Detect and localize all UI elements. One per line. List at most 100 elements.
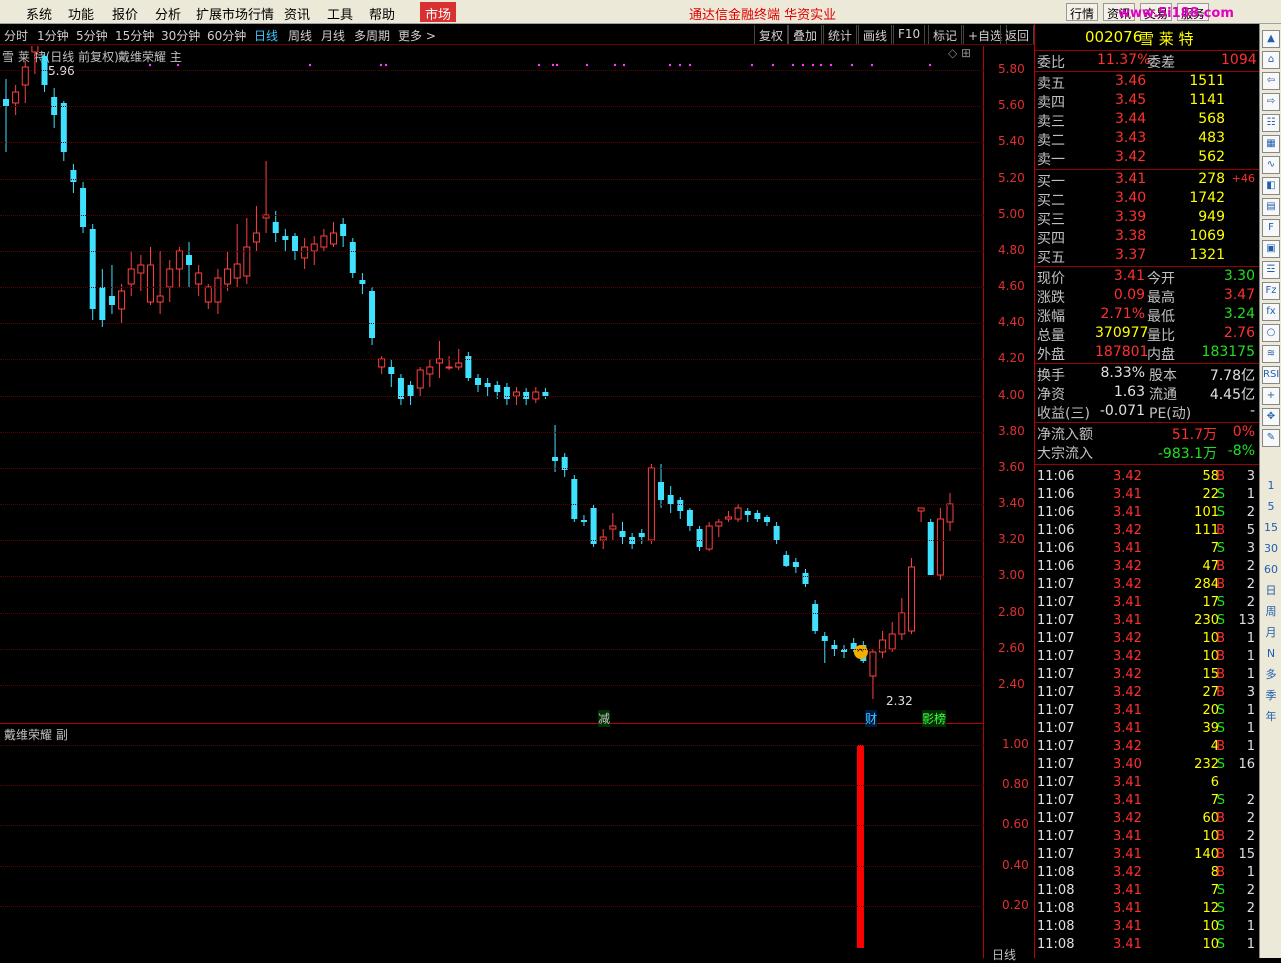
buy-level-price[interactable]: 3.41 — [1115, 171, 1146, 187]
period-multi[interactable]: 多周期 — [354, 27, 390, 44]
period-daily[interactable]: 日线 — [254, 27, 278, 44]
grid-line — [0, 576, 984, 577]
sidebar-period[interactable]: 1 — [1262, 478, 1280, 496]
period-monthly[interactable]: 月线 — [321, 27, 345, 44]
home-icon[interactable]: ⌂ — [1262, 51, 1280, 69]
period-timeshare[interactable]: 分时 — [4, 27, 28, 44]
plus-icon[interactable]: + — [1262, 387, 1280, 405]
tick-price: 3.41 — [1113, 595, 1142, 610]
tick-time: 11:07 — [1037, 739, 1075, 754]
grid-line — [0, 215, 984, 216]
chart-icon[interactable]: ≋ — [1262, 345, 1280, 363]
f10-button[interactable]: F10 — [893, 25, 926, 44]
stat-value: 3.30 — [1223, 268, 1255, 284]
candle-body — [224, 268, 232, 285]
menu-item-function[interactable]: 功能 — [68, 4, 94, 23]
list-icon[interactable]: ☷ — [1262, 114, 1280, 132]
sell-level-price[interactable]: 3.44 — [1115, 111, 1146, 127]
main-kline-chart[interactable]: 雪 莱 特(日线 前复权) 戴维荣耀 主 ◇ ⊞ ^ 5.96 2.32 减 财… — [0, 46, 1025, 727]
sidebar-period[interactable]: N — [1262, 646, 1280, 664]
sidebar-period[interactable]: 年 — [1262, 709, 1280, 727]
sell-level-price[interactable]: 3.43 — [1115, 130, 1146, 146]
f10-icon[interactable]: F — [1262, 219, 1280, 237]
signal-dot — [811, 63, 815, 67]
line-chart-icon[interactable]: ∿ — [1262, 156, 1280, 174]
tick-time: 11:08 — [1037, 883, 1075, 898]
buy-level-price[interactable]: 3.38 — [1115, 228, 1146, 244]
candle-body — [3, 99, 9, 106]
sidebar-period[interactable]: 周 — [1262, 604, 1280, 622]
back-button[interactable]: 返回 — [1000, 25, 1035, 44]
table-icon[interactable]: ▦ — [1262, 135, 1280, 153]
buy-level-price[interactable]: 3.37 — [1115, 247, 1146, 263]
buy-level-price[interactable]: 3.40 — [1115, 190, 1146, 206]
period-60min[interactable]: 60分钟 — [207, 27, 246, 44]
tick-price: 3.42 — [1113, 631, 1142, 646]
kline-svg: ^ — [3, 46, 954, 699]
tick-side: B — [1216, 829, 1225, 844]
sell-level-label: 卖四 — [1037, 95, 1065, 111]
sidebar-period[interactable]: 多 — [1262, 667, 1280, 685]
restore-rights-button[interactable]: 复权 — [754, 25, 789, 44]
up-arrow-icon[interactable]: ▲ — [1262, 30, 1280, 48]
overlay-button[interactable]: 叠加 — [788, 25, 823, 44]
sell-level-price[interactable]: 3.45 — [1115, 92, 1146, 108]
period-weekly[interactable]: 周线 — [288, 27, 312, 44]
sidebar-period[interactable]: 15 — [1262, 520, 1280, 538]
back-icon[interactable]: ⇦ — [1262, 72, 1280, 90]
sidebar-period[interactable]: 5 — [1262, 499, 1280, 517]
period-more[interactable]: 更多 > — [398, 27, 436, 44]
period-30min[interactable]: 30分钟 — [161, 27, 200, 44]
mark-button[interactable]: 标记 — [928, 25, 963, 44]
stat-label: 内盘 — [1147, 347, 1175, 363]
tick-time: 11:06 — [1037, 541, 1075, 556]
candle-body — [70, 170, 77, 182]
sell-level-price[interactable]: 3.42 — [1115, 149, 1146, 165]
sidebar-period[interactable]: 30 — [1262, 541, 1280, 559]
period-1min[interactable]: 1分钟 — [37, 27, 69, 44]
doc-icon[interactable]: ▣ — [1262, 240, 1280, 258]
circle-icon[interactable]: ○ — [1262, 324, 1280, 342]
sell-level-price[interactable]: 3.46 — [1115, 73, 1146, 89]
stat-value: 0.09 — [1113, 287, 1145, 303]
signal-dot — [176, 63, 180, 67]
period-15min[interactable]: 15分钟 — [115, 27, 154, 44]
stat-label: PE(动) — [1149, 406, 1192, 422]
stat-label: 涨跌 — [1037, 290, 1065, 306]
sidebar-period[interactable]: 月 — [1262, 625, 1280, 643]
sidebar-period[interactable]: 季 — [1262, 688, 1280, 706]
promo-text: 通达信金融终端 华资实业 — [689, 8, 837, 23]
rsi-icon[interactable]: RSI — [1262, 366, 1280, 384]
grid-icon[interactable]: ▤ — [1262, 198, 1280, 216]
period-5min[interactable]: 5分钟 — [76, 27, 108, 44]
calendar-icon[interactable]: ☲ — [1262, 261, 1280, 279]
kline-icon[interactable]: ◧ — [1262, 177, 1280, 195]
fiz-icon[interactable]: Fz — [1262, 282, 1280, 300]
stat-value: 2.71% — [1100, 306, 1145, 322]
draw-line-button[interactable]: 画线 — [858, 25, 893, 44]
menu-item-help[interactable]: 帮助 — [369, 4, 395, 23]
menu-item-quote[interactable]: 报价 — [112, 4, 138, 23]
forward-icon[interactable]: ⇨ — [1262, 93, 1280, 111]
stats-button[interactable]: 统计 — [823, 25, 858, 44]
tab-quote[interactable]: 行情 — [1066, 3, 1099, 21]
fx-icon[interactable]: fx — [1262, 303, 1280, 321]
sidebar-period[interactable]: 日 — [1262, 583, 1280, 601]
menu-item-market[interactable]: 市场 — [420, 2, 457, 23]
grid-line — [0, 540, 984, 541]
tick-price: 3.42 — [1113, 667, 1142, 682]
menu-item-ext-market[interactable]: 扩展市场行情 — [196, 4, 274, 23]
buy-level-price[interactable]: 3.39 — [1115, 209, 1146, 225]
candle-body — [455, 362, 463, 368]
y-axis-label: 4.00 — [998, 388, 1025, 402]
menu-item-analysis[interactable]: 分析 — [155, 4, 181, 23]
menu-item-tools[interactable]: 工具 — [327, 4, 353, 23]
sidebar-period[interactable]: 60 — [1262, 562, 1280, 580]
pen-icon[interactable]: ✎ — [1262, 429, 1280, 447]
move-icon[interactable]: ✥ — [1262, 408, 1280, 426]
sub-indicator-chart[interactable]: 戴维荣耀 副 日线 1.00 0.80 0.60 0.40 0.20 — [0, 724, 1029, 962]
menu-item-info[interactable]: 资讯 — [284, 4, 310, 23]
y-axis-label: 4.40 — [998, 315, 1025, 329]
menu-item-system[interactable]: 系统 — [26, 4, 52, 23]
tick-side: S — [1216, 757, 1225, 772]
